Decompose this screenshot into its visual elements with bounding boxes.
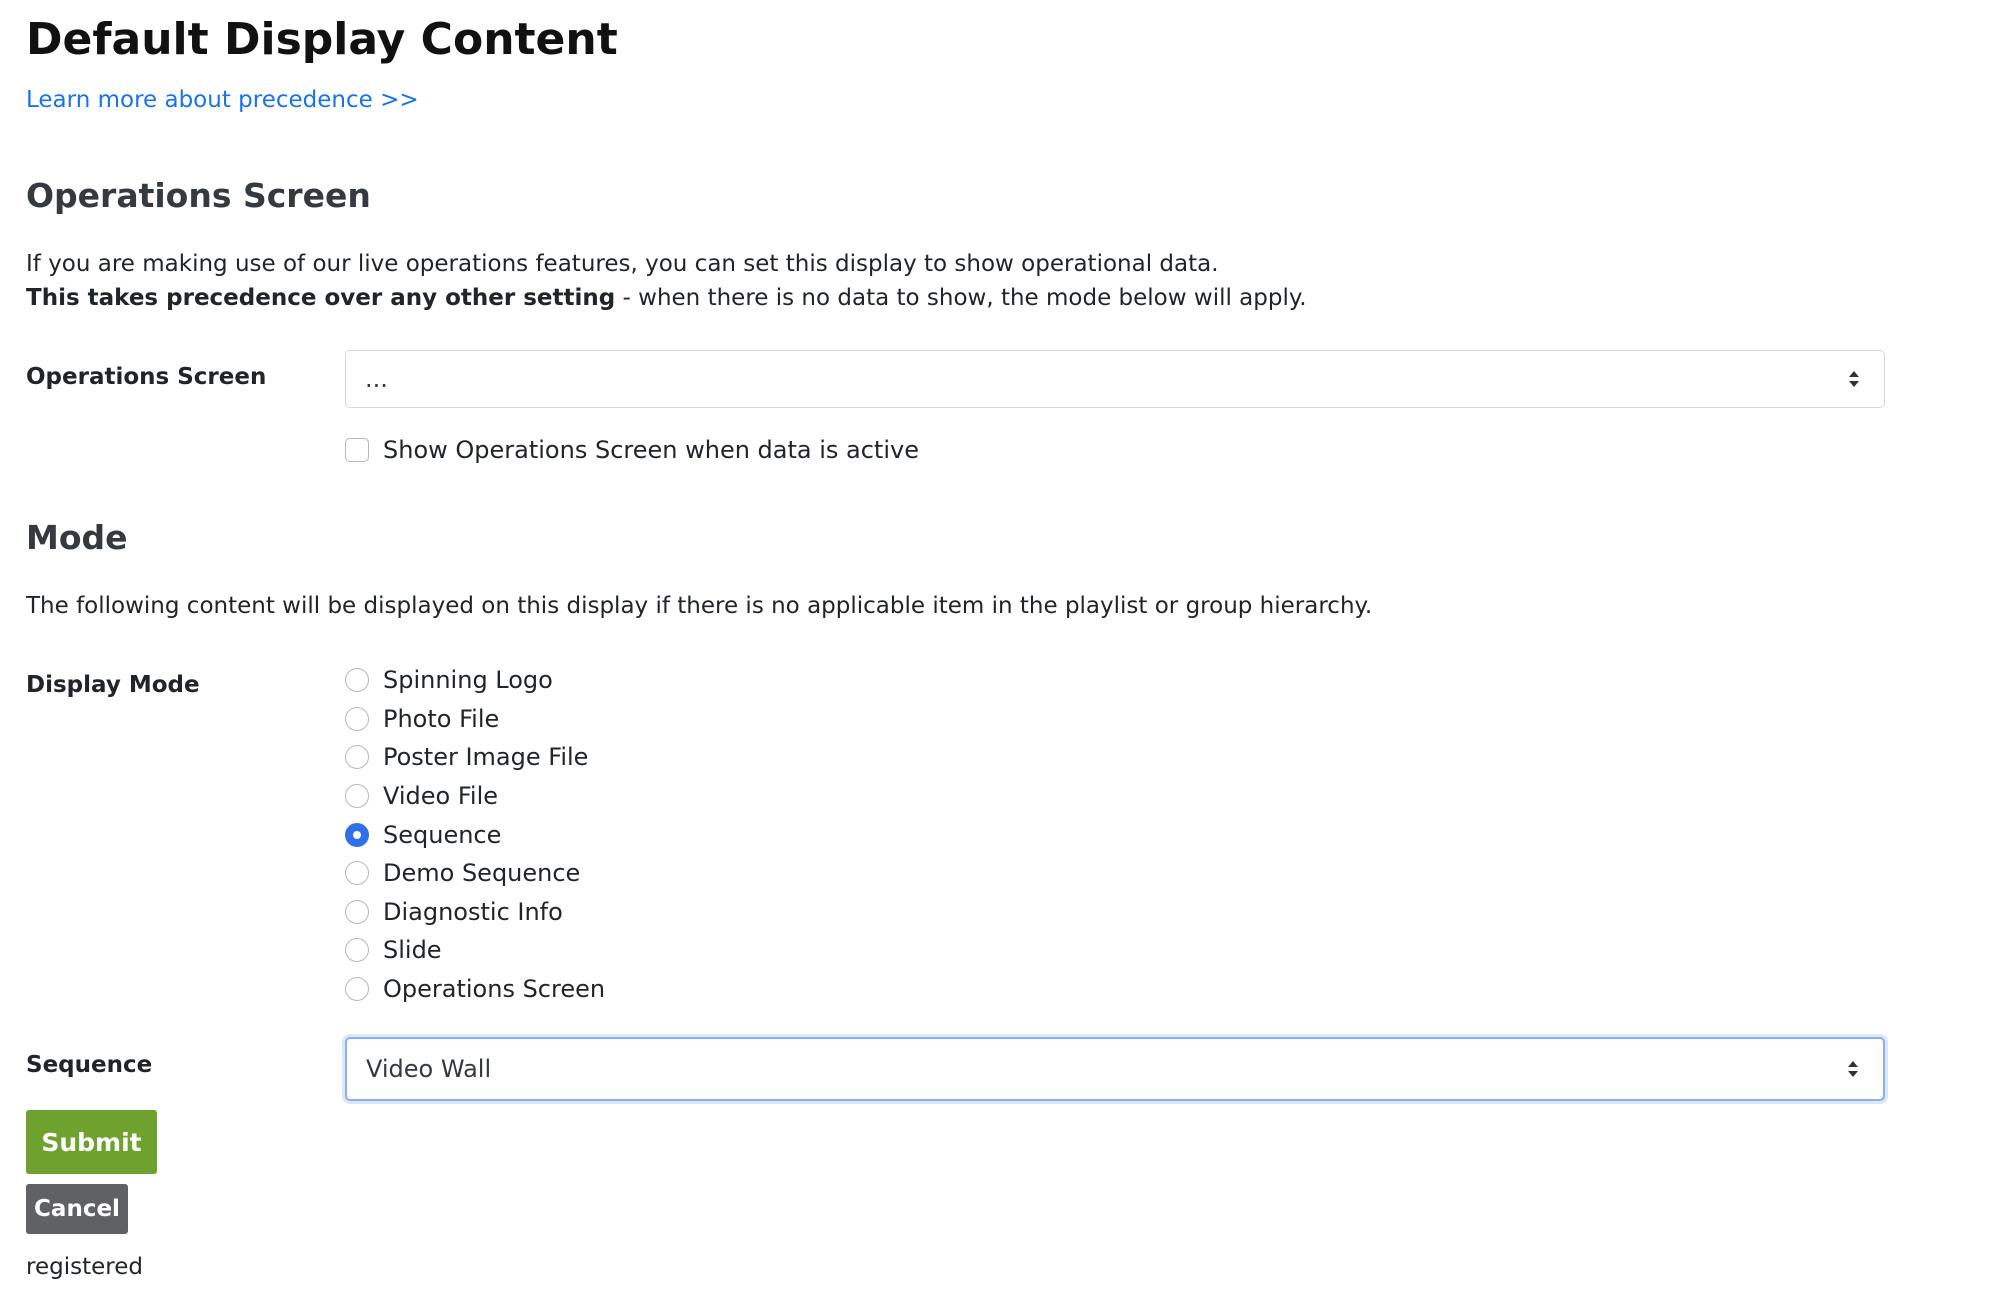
- default-display-content-page: Default Display Content Learn more about…: [0, 0, 1994, 1306]
- radio-label: Poster Image File: [383, 743, 589, 772]
- radio-label: Photo File: [383, 704, 500, 733]
- status-text: registered: [26, 1254, 143, 1280]
- precedence-link[interactable]: Learn more about precedence >>: [26, 84, 419, 116]
- radio-slide[interactable]: [345, 938, 369, 963]
- radio-poster-image-file[interactable]: [345, 745, 369, 770]
- display-mode-option-sequence[interactable]: Sequence: [345, 815, 605, 854]
- display-mode-option-operations-screen[interactable]: Operations Screen: [345, 970, 605, 1009]
- display-mode-label: Display Mode: [26, 672, 200, 698]
- radio-operations-screen[interactable]: [345, 977, 369, 1002]
- radio-label: Operations Screen: [383, 975, 606, 1004]
- operations-section-heading: Operations Screen: [26, 176, 371, 215]
- display-mode-radio-group: Spinning Logo Photo File Poster Image Fi…: [345, 661, 605, 1008]
- radio-photo-file[interactable]: [345, 706, 369, 731]
- show-operations-checkbox-label: Show Operations Screen when data is acti…: [383, 436, 919, 464]
- display-mode-option-video-file[interactable]: Video File: [345, 777, 605, 816]
- sequence-select[interactable]: Video Wall: [345, 1037, 1885, 1101]
- page-title: Default Display Content: [26, 14, 618, 65]
- radio-label: Video File: [383, 782, 499, 811]
- radio-diagnostic-info[interactable]: [345, 899, 369, 924]
- display-mode-option-demo-sequence[interactable]: Demo Sequence: [345, 854, 605, 893]
- mode-description: The following content will be displayed …: [26, 593, 1373, 619]
- precedence-emphasis: This takes precedence over any other set…: [26, 285, 616, 311]
- radio-sequence[interactable]: [345, 822, 369, 847]
- select-caret-icon: [1849, 371, 1859, 387]
- display-mode-option-poster-image-file[interactable]: Poster Image File: [345, 738, 605, 777]
- submit-button[interactable]: Submit: [26, 1110, 157, 1174]
- operations-screen-select-value: ...: [365, 365, 388, 393]
- select-caret-icon: [1848, 1061, 1858, 1077]
- operations-description-rest: - when there is no data to show, the mod…: [615, 285, 1307, 311]
- radio-label: Slide: [383, 936, 442, 965]
- radio-demo-sequence[interactable]: [345, 861, 369, 886]
- radio-label: Diagnostic Info: [383, 897, 563, 926]
- display-mode-option-diagnostic-info[interactable]: Diagnostic Info: [345, 893, 605, 932]
- show-operations-checkbox[interactable]: [345, 438, 369, 462]
- mode-section-heading: Mode: [26, 518, 128, 557]
- cancel-button[interactable]: Cancel: [26, 1184, 128, 1234]
- operations-description-line2: This takes precedence over any other set…: [26, 281, 1307, 315]
- display-mode-option-spinning-logo[interactable]: Spinning Logo: [345, 661, 605, 700]
- radio-video-file[interactable]: [345, 784, 369, 809]
- operations-screen-label: Operations Screen: [26, 364, 267, 390]
- radio-label: Demo Sequence: [383, 859, 581, 888]
- sequence-label: Sequence: [26, 1052, 153, 1078]
- display-mode-option-slide[interactable]: Slide: [345, 931, 605, 970]
- operations-description-line1: If you are making use of our live operat…: [26, 251, 1219, 277]
- radio-spinning-logo[interactable]: [345, 668, 369, 693]
- radio-label: Sequence: [383, 820, 502, 849]
- operations-screen-select[interactable]: ...: [345, 350, 1885, 408]
- display-mode-option-photo-file[interactable]: Photo File: [345, 700, 605, 739]
- show-operations-checkbox-row[interactable]: Show Operations Screen when data is acti…: [345, 432, 919, 468]
- sequence-select-value: Video Wall: [366, 1055, 492, 1083]
- radio-label: Spinning Logo: [383, 666, 553, 695]
